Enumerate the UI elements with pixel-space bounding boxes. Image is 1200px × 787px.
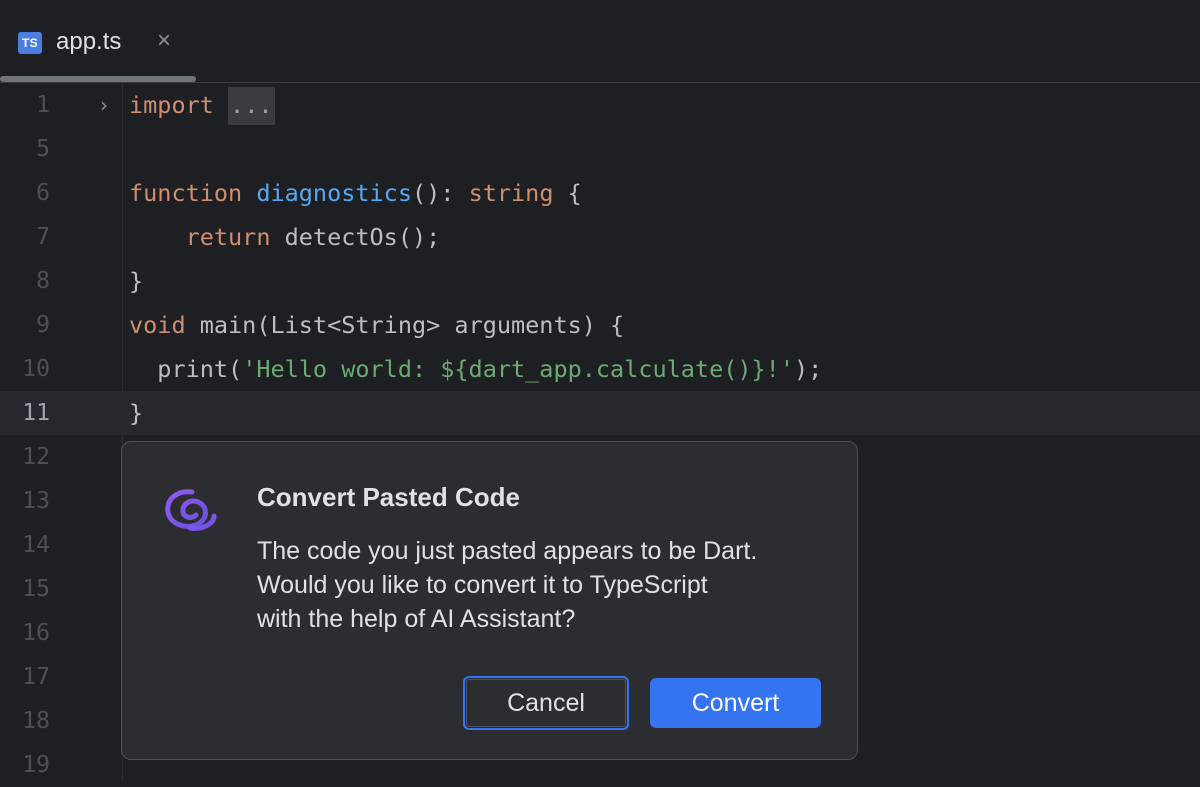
- line-number: 6: [36, 180, 50, 206]
- code-line[interactable]: 10 print('Hello world: ${dart_app.calcul…: [0, 347, 1200, 391]
- code-token: }: [129, 399, 144, 427]
- line-number: 12: [22, 444, 50, 470]
- editor-tab-bar: TS app.ts ×: [0, 0, 1200, 83]
- code-line[interactable]: 9 void main(List<String> arguments) {: [0, 303, 1200, 347]
- code-line[interactable]: 1 › import ...: [0, 83, 1200, 127]
- code-token: function: [129, 179, 243, 207]
- code-token: );: [793, 355, 823, 383]
- dialog-message: The code you just pasted appears to be D…: [257, 534, 837, 636]
- folded-code-placeholder[interactable]: ...: [228, 87, 275, 125]
- fold-chevron-icon[interactable]: ›: [100, 83, 120, 127]
- line-number: 15: [22, 576, 50, 602]
- code-token: void: [129, 311, 186, 339]
- code-token: return: [185, 223, 271, 251]
- line-number: 8: [36, 268, 50, 294]
- active-tab-indicator: [0, 76, 196, 82]
- convert-button[interactable]: Convert: [650, 678, 821, 728]
- convert-pasted-code-dialog: Convert Pasted Code The code you just pa…: [121, 441, 858, 760]
- line-number: 14: [22, 532, 50, 558]
- cancel-button[interactable]: Cancel: [463, 676, 629, 730]
- line-number: 1: [36, 92, 50, 118]
- tab-label: app.ts: [56, 28, 122, 55]
- code-text: void main(List<String> arguments) {: [129, 303, 624, 347]
- code-token: diagnostics: [256, 179, 412, 207]
- code-token: 'Hello world: ${dart_app.calculate()}!': [242, 355, 794, 383]
- code-token: }: [129, 267, 144, 295]
- code-token: import: [129, 91, 214, 119]
- code-token: main(List<String> arguments) {: [185, 311, 625, 339]
- code-token: ():: [411, 179, 469, 207]
- code-token: print(: [129, 355, 243, 383]
- code-text: }: [129, 391, 143, 435]
- code-line[interactable]: 5: [0, 127, 1200, 171]
- line-number: 18: [22, 708, 50, 734]
- dialog-message-line: The code you just pasted appears to be D…: [257, 537, 758, 565]
- code-line[interactable]: 6 function diagnostics(): string {: [0, 171, 1200, 215]
- dialog-title: Convert Pasted Code: [257, 482, 520, 512]
- line-number: 5: [36, 136, 50, 162]
- code-line[interactable]: 11}: [0, 391, 1200, 435]
- code-text: }: [129, 259, 143, 303]
- code-text: return detectOs();: [129, 215, 441, 259]
- line-number: 10: [22, 356, 50, 382]
- tab-app-ts[interactable]: TS app.ts ×: [0, 0, 196, 82]
- ai-assistant-icon: [165, 489, 217, 531]
- line-number: 16: [22, 620, 50, 646]
- close-icon[interactable]: ×: [152, 29, 176, 53]
- code-text: function diagnostics(): string {: [129, 171, 582, 215]
- code-text: import ...: [129, 83, 275, 127]
- dialog-message-line: with the help of AI Assistant?: [257, 605, 576, 633]
- line-number: 9: [36, 312, 50, 338]
- line-number: 13: [22, 488, 50, 514]
- code-token: string: [468, 179, 554, 207]
- code-line[interactable]: 7 return detectOs();: [0, 215, 1200, 259]
- code-token: detectOs();: [270, 223, 441, 251]
- line-number: 7: [36, 224, 50, 250]
- line-number: 17: [22, 664, 50, 690]
- dialog-message-line: Would you like to convert it to TypeScri…: [257, 571, 708, 599]
- code-line[interactable]: 8}: [0, 259, 1200, 303]
- code-token: {: [553, 179, 582, 207]
- line-number: 19: [22, 752, 50, 778]
- typescript-file-icon: TS: [18, 32, 42, 54]
- code-text: print('Hello world: ${dart_app.calculate…: [129, 347, 822, 391]
- line-number: 11: [22, 400, 50, 426]
